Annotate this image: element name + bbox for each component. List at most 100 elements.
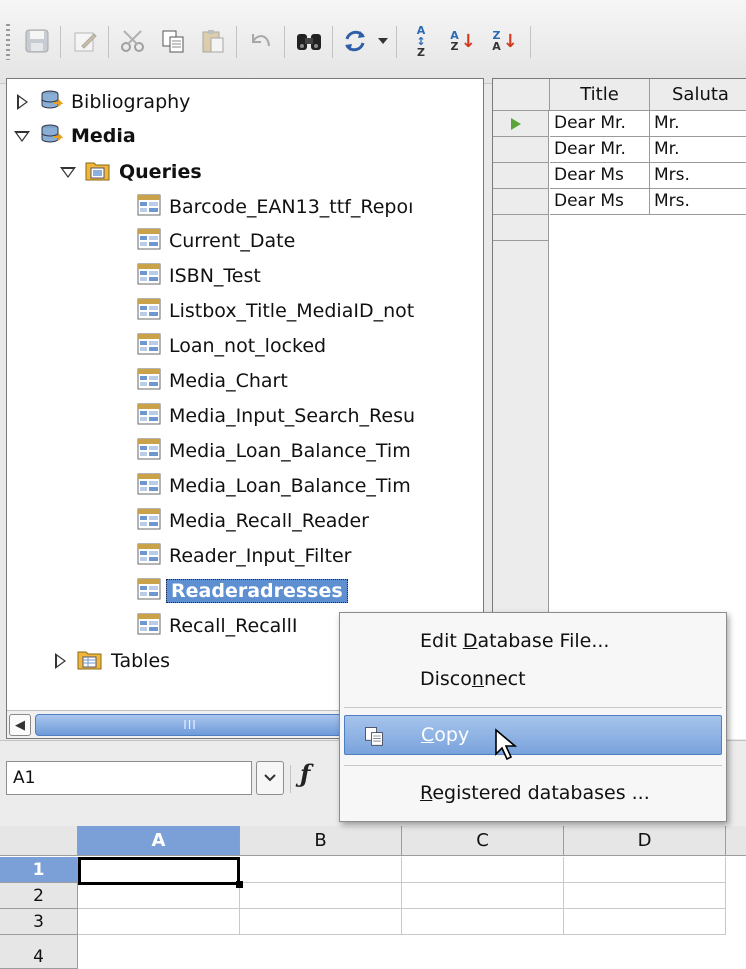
query-label: Reader_Input_Filter xyxy=(169,545,352,567)
cell-d2[interactable] xyxy=(564,883,726,909)
menu-separator xyxy=(344,765,722,766)
query-icon xyxy=(137,368,161,395)
query-icon xyxy=(137,403,161,430)
column-header-d[interactable]: D xyxy=(564,826,726,856)
grid-cell[interactable]: Mrs. xyxy=(650,163,746,189)
tree-item-bibliography[interactable]: Bibliography xyxy=(11,85,190,119)
column-header-title[interactable]: Title xyxy=(550,79,650,111)
expand-icon[interactable] xyxy=(49,653,71,669)
grid-cell[interactable]: Dear Mr. xyxy=(550,137,650,163)
query-label: Listbox_Title_MediaID_not xyxy=(169,300,415,322)
sheet-corner[interactable] xyxy=(0,826,78,856)
query-item[interactable]: Media_Recall_Reader xyxy=(137,504,369,538)
paste-icon[interactable] xyxy=(194,20,232,62)
cell-c1[interactable] xyxy=(402,857,564,883)
menu-item-label: Registered databases ... xyxy=(420,782,650,804)
copy-icon[interactable] xyxy=(154,20,192,62)
cell-c2[interactable] xyxy=(402,883,564,909)
query-item[interactable]: Listbox_Title_MediaID_not xyxy=(137,294,414,328)
row-header-4[interactable]: 4 xyxy=(0,935,78,969)
cell-a2[interactable] xyxy=(78,883,240,909)
menu-item-registered-databases[interactable]: Registered databases ... xyxy=(344,773,722,813)
menu-item-edit-database-file[interactable]: Edit Database File... xyxy=(344,621,722,661)
query-item[interactable]: ISBN_Test xyxy=(137,259,261,293)
toolbar-grip[interactable] xyxy=(6,24,10,60)
row-selector[interactable] xyxy=(493,189,549,215)
row-selector[interactable] xyxy=(493,111,549,137)
query-item[interactable]: Media_Loan_Balance_Tim xyxy=(137,434,411,468)
sort-az-icon[interactable]: AZ ↓ xyxy=(444,20,482,62)
column-header-e[interactable] xyxy=(726,826,746,856)
edit-icon[interactable] xyxy=(66,20,104,62)
scroll-left-icon[interactable]: ◀ xyxy=(9,714,31,736)
name-box-input[interactable]: A1 xyxy=(6,761,252,795)
refresh-dropdown-icon[interactable] xyxy=(378,38,388,44)
collapse-icon[interactable] xyxy=(57,166,79,178)
undo-icon[interactable] xyxy=(242,20,280,62)
grid-cell[interactable]: Dear Mr. xyxy=(550,111,650,137)
tree-item-label: Media xyxy=(71,125,136,147)
grid-cell[interactable]: Dear Ms xyxy=(550,189,650,215)
cell-b2[interactable] xyxy=(240,883,402,909)
find-icon[interactable] xyxy=(290,20,328,62)
query-item[interactable]: Loan_not_locked xyxy=(137,329,326,363)
grid-cell[interactable]: Mr. xyxy=(650,111,746,137)
spreadsheet-grid[interactable]: A B C D 1 2 3 4 xyxy=(0,826,746,969)
query-item[interactable]: Barcode_EAN13_ttf_Repoı xyxy=(137,190,413,224)
menu-item-copy[interactable]: Copy xyxy=(344,715,722,755)
cut-icon[interactable] xyxy=(114,20,152,62)
cell-b1[interactable] xyxy=(240,857,402,883)
fill-handle[interactable] xyxy=(236,881,243,888)
sort-ascending-icon[interactable]: A ↕ Z xyxy=(402,20,440,62)
tree-item-media[interactable]: Media xyxy=(11,119,136,153)
column-header-salutation[interactable]: Saluta xyxy=(650,79,746,111)
expand-icon[interactable] xyxy=(11,94,33,110)
menu-item-label: Edit Database File... xyxy=(420,630,610,652)
query-item-selected[interactable]: Readeradresses xyxy=(137,574,348,608)
row-selector[interactable] xyxy=(493,137,549,163)
column-header-c[interactable]: C xyxy=(402,826,564,856)
cell-b3[interactable] xyxy=(240,909,402,935)
query-label: Current_Date xyxy=(169,230,296,252)
cell-c3[interactable] xyxy=(402,909,564,935)
query-icon xyxy=(137,438,161,465)
row-header-1[interactable]: 1 xyxy=(0,857,78,883)
toolbar-separator xyxy=(108,26,109,58)
cell-d1[interactable] xyxy=(564,857,726,883)
query-item[interactable]: Recall_RecallI xyxy=(137,609,297,643)
save-icon[interactable] xyxy=(18,20,56,62)
query-item[interactable]: Media_Chart xyxy=(137,364,288,398)
toolbar-separator xyxy=(396,26,397,58)
cell-d3[interactable] xyxy=(564,909,726,935)
query-item[interactable]: Current_Date xyxy=(137,224,295,258)
query-icon xyxy=(137,298,161,325)
query-icon xyxy=(137,613,161,640)
tree-item-tables[interactable]: Tables xyxy=(49,644,170,678)
scrollbar-thumb[interactable]: III xyxy=(35,714,345,736)
chevron-down-icon xyxy=(264,774,276,782)
query-icon xyxy=(137,194,161,221)
row-selector[interactable] xyxy=(493,163,549,189)
column-header-a[interactable]: A xyxy=(78,826,240,856)
query-item[interactable]: Media_Loan_Balance_Tim xyxy=(137,469,411,503)
column-header-b[interactable]: B xyxy=(240,826,402,856)
refresh-icon[interactable] xyxy=(336,20,374,62)
row-header-3[interactable]: 3 xyxy=(0,909,78,935)
row-selector[interactable] xyxy=(493,215,549,241)
grid-cell[interactable]: Dear Ms xyxy=(550,163,650,189)
grid-corner xyxy=(493,79,550,111)
name-box-dropdown-button[interactable] xyxy=(256,761,284,795)
grid-cell[interactable]: Mrs. xyxy=(650,189,746,215)
mouse-pointer-icon xyxy=(494,728,520,767)
menu-item-disconnect[interactable]: Disconnect xyxy=(344,659,722,699)
query-item[interactable]: Media_Input_Search_Resu xyxy=(137,399,415,433)
function-wizard-icon[interactable]: ƒ xyxy=(300,759,310,788)
row-header-2[interactable]: 2 xyxy=(0,883,78,909)
sort-za-icon[interactable]: ZA ↓ xyxy=(486,20,524,62)
toolbar-separator xyxy=(60,26,61,58)
cell-a3[interactable] xyxy=(78,909,240,935)
collapse-icon[interactable] xyxy=(11,130,33,142)
query-item[interactable]: Reader_Input_Filter xyxy=(137,539,352,573)
grid-cell[interactable]: Mr. xyxy=(650,137,746,163)
tree-item-queries[interactable]: Queries xyxy=(57,155,202,189)
